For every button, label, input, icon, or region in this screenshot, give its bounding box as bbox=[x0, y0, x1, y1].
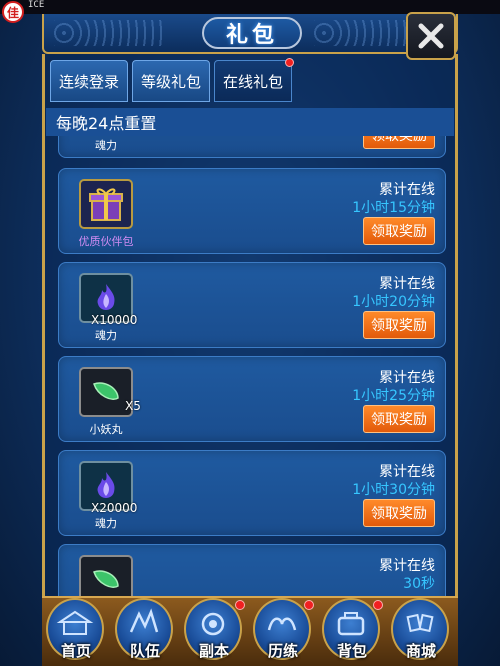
nav-label: 背包 bbox=[336, 642, 367, 660]
game-screen: ICE 佳 礼包 连续登录 等级礼包 在线礼包 每晚24点重置 魂力 领取奖励 bbox=[0, 0, 500, 666]
item-name: 魂力 bbox=[95, 517, 117, 530]
page-title: 礼包 bbox=[202, 17, 302, 49]
claim-reward-button[interactable]: 领取奖励 bbox=[363, 499, 435, 527]
reward-item-slot[interactable]: X5 bbox=[79, 367, 141, 417]
claim-reward-button[interactable]: 领取奖励 bbox=[363, 405, 435, 433]
team-icon bbox=[129, 608, 159, 633]
nav-label: 商城 bbox=[405, 642, 436, 660]
online-time: 1小时25分钟 bbox=[352, 388, 435, 404]
item-name: 魂力 bbox=[95, 139, 117, 152]
reward-row: X10000 魂力 累计在线 1小时20分钟 领取奖励 bbox=[58, 262, 446, 348]
reward-item-slot[interactable] bbox=[79, 555, 133, 596]
tab-level-gift[interactable]: 等级礼包 bbox=[132, 60, 211, 102]
claim-reward-button[interactable]: 领取奖励 bbox=[363, 311, 435, 339]
app-logo-icon: 佳 bbox=[2, 1, 24, 23]
nav-label: 队伍 bbox=[129, 642, 160, 660]
notification-dot-icon bbox=[235, 600, 245, 610]
tab-label: 等级礼包 bbox=[141, 72, 202, 91]
reward-row: X20000 魂力 累计在线 1小时30分钟 领取奖励 bbox=[58, 450, 446, 536]
tab-label: 在线礼包 bbox=[223, 72, 284, 91]
item-name: 小妖丸 bbox=[89, 423, 123, 436]
soul-flame-icon bbox=[97, 284, 115, 310]
claim-reward-button[interactable]: 领取奖励 bbox=[363, 136, 435, 149]
online-label: 累计在线 bbox=[379, 276, 435, 292]
tab-online-gift[interactable]: 在线礼包 bbox=[214, 58, 295, 102]
close-button[interactable] bbox=[406, 12, 456, 60]
training-icon bbox=[267, 617, 297, 631]
reward-row: 魂力 领取奖励 bbox=[58, 136, 446, 158]
reward-row: 优质伙伴包 累计在线 1小时15分钟 领取奖励 bbox=[58, 168, 446, 254]
dungeon-icon bbox=[201, 612, 225, 636]
online-label: 累计在线 bbox=[379, 558, 435, 574]
tab-label: 连续登录 bbox=[59, 72, 120, 91]
bag-icon bbox=[337, 612, 365, 636]
notification-dot-icon bbox=[285, 58, 295, 67]
reward-item-slot[interactable]: X20000 bbox=[79, 461, 137, 515]
online-label: 累计在线 bbox=[379, 182, 435, 198]
nav-label: 历练 bbox=[267, 642, 298, 660]
item-quantity: X20000 bbox=[91, 501, 138, 515]
green-pill-icon bbox=[93, 570, 119, 588]
close-icon bbox=[418, 23, 444, 49]
online-label: 累计在线 bbox=[379, 464, 435, 480]
item-name: 优质伙伴包 bbox=[78, 235, 134, 248]
item-quantity: X10000 bbox=[91, 313, 138, 327]
claim-reward-button[interactable]: 领取奖励 bbox=[363, 217, 435, 245]
reward-item-slot[interactable] bbox=[79, 179, 133, 229]
soul-flame-icon bbox=[97, 472, 115, 498]
title-header: 礼包 bbox=[42, 14, 458, 54]
reward-row: 累计在线 30秒 bbox=[58, 544, 446, 596]
online-time: 1小时30分钟 bbox=[352, 482, 435, 498]
item-quantity: X5 bbox=[125, 399, 141, 413]
tab-consecutive-login[interactable]: 连续登录 bbox=[50, 60, 129, 102]
shop-icon bbox=[406, 613, 434, 633]
reward-row: X5 小妖丸 累计在线 1小时25分钟 领取奖励 bbox=[58, 356, 446, 442]
status-text: ICE bbox=[28, 0, 45, 10]
online-time: 1小时20分钟 bbox=[352, 294, 435, 310]
nav-label: 副本 bbox=[198, 642, 229, 660]
notification-dot-icon bbox=[373, 600, 383, 610]
online-time: 30秒 bbox=[403, 576, 435, 592]
home-pagoda-icon bbox=[56, 610, 94, 635]
gift-box-icon bbox=[89, 188, 123, 221]
tab-bar: 连续登录 等级礼包 在线礼包 bbox=[50, 58, 295, 102]
notification-dot-icon bbox=[304, 600, 314, 610]
nav-label: 首页 bbox=[60, 642, 91, 660]
green-pill-icon bbox=[93, 382, 119, 400]
reward-list[interactable]: 魂力 领取奖励 优质伙伴包 累计在线 1小时15分钟 领取奖励 X10000 魂… bbox=[46, 136, 454, 596]
online-label: 累计在线 bbox=[379, 370, 435, 386]
reset-notice: 每晚24点重置 bbox=[46, 108, 454, 136]
item-name: 魂力 bbox=[95, 329, 117, 342]
online-time: 1小时15分钟 bbox=[352, 200, 435, 216]
cloud-ornament-icon bbox=[54, 20, 164, 46]
reward-item-slot[interactable]: X10000 bbox=[79, 273, 137, 327]
